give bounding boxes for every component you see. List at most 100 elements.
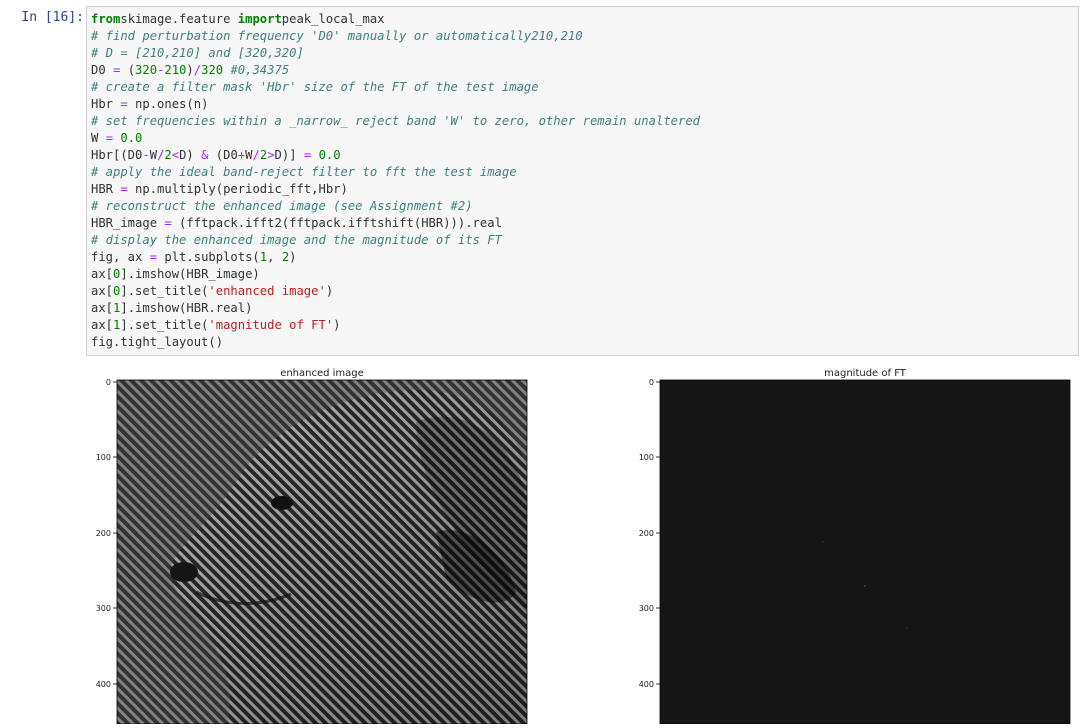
right-plot-image <box>660 380 1070 724</box>
code-line[interactable]: # reconstruct the enhanced image (see As… <box>91 198 700 215</box>
right-y-axis: 0 100 200 300 400 <box>639 378 660 689</box>
code-token: 320 <box>201 63 224 77</box>
code-token: W <box>91 131 106 145</box>
code-token: HBR_image <box>91 216 165 230</box>
code-token: ) <box>289 250 297 264</box>
code-token: 0.0 <box>113 131 143 145</box>
code-token: > <box>267 148 275 162</box>
code-token: ].imshow(HBR_image) <box>120 267 260 281</box>
right-y-tick-100: 100 <box>639 453 654 462</box>
left-y-axis: 0 100 200 300 400 <box>96 378 117 689</box>
code-line[interactable]: # create a filter mask 'Hbr' size of the… <box>91 79 700 96</box>
code-token: # set frequencies within a _narrow_ reje… <box>91 114 701 128</box>
code-token: # D = [210,210] and [320,320] <box>91 46 304 60</box>
code-token: - <box>142 148 150 162</box>
code-token: # display the enhanced image and the mag… <box>91 233 502 247</box>
code-token: # create a filter mask 'Hbr' size of the… <box>91 80 539 94</box>
code-token: # reconstruct the enhanced image (see As… <box>91 199 473 213</box>
code-token: (fftpack.ifft2(fftpack.ifftshift(HBR))).… <box>171 216 502 230</box>
code-token: D0 <box>91 63 114 77</box>
code-token: 320 <box>135 63 158 77</box>
code-token: D)] <box>274 148 304 162</box>
code-line[interactable]: W = 0.0 <box>91 130 700 147</box>
code-line[interactable]: fromskimage.feature importpeak_local_max <box>91 11 700 28</box>
code-token: = <box>105 131 114 145</box>
code-token: #0,34375 <box>223 63 290 77</box>
code-line[interactable]: HBR = np.multiply(periodic_fft,Hbr) <box>91 181 700 198</box>
code-token: < <box>171 148 180 162</box>
left-y-tick-300: 300 <box>96 604 111 613</box>
left-y-tick-0: 0 <box>106 378 111 387</box>
right-plot-title: magnitude of FT <box>824 368 907 379</box>
code-token: fig.tight_layout() <box>91 335 224 349</box>
code-token: 'magnitude of FT' <box>208 318 334 332</box>
code-line[interactable]: ax[1].set_title('magnitude of FT') <box>91 317 700 334</box>
left-plot-title: enhanced image <box>280 368 364 379</box>
code-token: # apply the ideal band-reject filter to … <box>91 165 517 179</box>
cell-output: enhanced image 0 100 200 300 400 magnitu… <box>86 362 1084 725</box>
code-token: fig, ax <box>91 250 150 264</box>
code-line[interactable]: Hbr = np.ones(n) <box>91 96 700 113</box>
left-y-tick-100: 100 <box>96 453 111 462</box>
code-token: 210 <box>164 63 187 77</box>
code-token: ( <box>120 63 136 77</box>
code-token: = <box>149 250 158 264</box>
code-line[interactable]: fig.tight_layout() <box>91 334 700 351</box>
code-token: ax[ <box>91 301 114 315</box>
code-line[interactable]: D0 = (320-210)/320 #0,34375 <box>91 62 700 79</box>
code-line[interactable]: ax[0].imshow(HBR_image) <box>91 266 700 283</box>
code-token: ].imshow(HBR.real) <box>120 301 253 315</box>
right-y-tick-400: 400 <box>639 680 654 689</box>
code-token: = <box>164 216 172 230</box>
code-token: ].set_title( <box>120 284 209 298</box>
code-token: D) <box>179 148 202 162</box>
right-y-tick-0: 0 <box>649 378 654 387</box>
code-line[interactable]: ax[0].set_title('enhanced image') <box>91 283 700 300</box>
code-token: # find perturbation frequency 'D0' manua… <box>91 29 583 43</box>
code-token: (D0 <box>208 148 238 162</box>
code-token: ax[ <box>91 267 114 281</box>
left-plot-image <box>117 380 527 724</box>
code-token: from <box>91 12 121 26</box>
code-token: np.ones(n) <box>127 97 209 111</box>
code-line[interactable]: # D = [210,210] and [320,320] <box>91 45 700 62</box>
code-line[interactable]: # apply the ideal band-reject filter to … <box>91 164 700 181</box>
code-token: 'enhanced image' <box>208 284 326 298</box>
code-line[interactable]: # set frequencies within a _narrow_ reje… <box>91 113 700 130</box>
figure: enhanced image 0 100 200 300 400 magnitu… <box>96 368 1071 725</box>
code-line[interactable]: fig, ax = plt.subplots(1, 2) <box>91 249 700 266</box>
code-token: ) <box>325 284 334 298</box>
code-line[interactable]: HBR_image = (fftpack.ifft2(fftpack.iffts… <box>91 215 700 232</box>
code-token: plt.subplots( <box>157 250 260 264</box>
code-token: = <box>120 182 128 196</box>
code-line[interactable]: # display the enhanced image and the mag… <box>91 232 700 249</box>
code-editor[interactable]: fromskimage.feature importpeak_local_max… <box>91 11 700 351</box>
left-y-tick-400: 400 <box>96 680 111 689</box>
code-line[interactable]: Hbr[(D0-W/2<D) & (D0+W/2>D)] = 0.0 <box>91 147 700 164</box>
code-line[interactable]: # find perturbation frequency 'D0' manua… <box>91 28 700 45</box>
left-y-tick-200: 200 <box>96 529 111 538</box>
right-y-tick-300: 300 <box>639 604 654 613</box>
code-token: , <box>267 250 282 264</box>
code-token: W <box>245 148 253 162</box>
code-token: Hbr[(D0 <box>91 148 143 162</box>
code-token: W <box>149 148 158 162</box>
code-token: ax[ <box>91 284 114 298</box>
code-token: peak_local_max <box>281 12 385 26</box>
code-token: ) <box>186 63 194 77</box>
input-prompt: In [16]: <box>21 10 84 25</box>
code-token: 0.0 <box>311 148 341 162</box>
code-cell-input[interactable]: fromskimage.feature importpeak_local_max… <box>86 6 1079 356</box>
code-token: ) <box>333 318 341 332</box>
code-token: / <box>193 63 202 77</box>
code-token: / <box>252 148 260 162</box>
code-token: skimage.feature <box>120 12 238 26</box>
code-token: Hbr <box>91 97 121 111</box>
code-token: ].set_title( <box>120 318 209 332</box>
code-line[interactable]: ax[1].imshow(HBR.real) <box>91 300 700 317</box>
right-y-tick-200: 200 <box>639 529 654 538</box>
code-token: ax[ <box>91 318 114 332</box>
code-token: HBR <box>91 182 121 196</box>
code-token: 2 <box>164 148 172 162</box>
code-token: np.multiply(periodic_fft,Hbr) <box>127 182 348 196</box>
